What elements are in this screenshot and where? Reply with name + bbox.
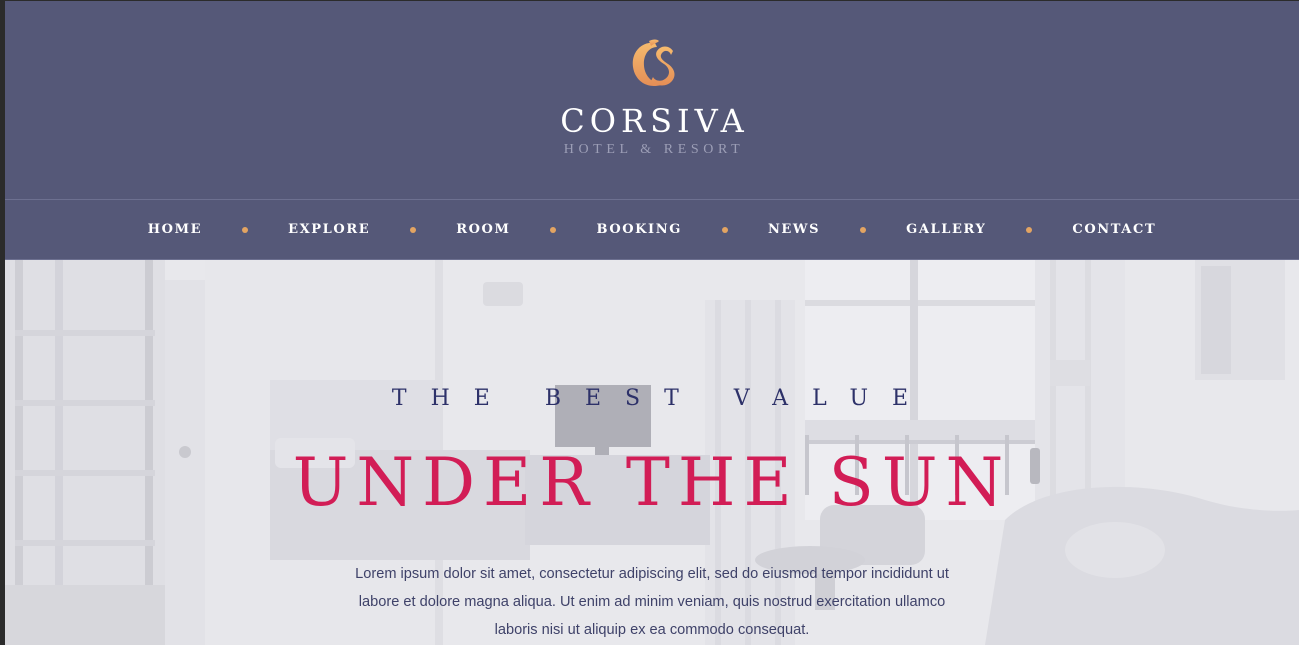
- nav-list: HOME EXPLORE ROOM BOOKING NEWS GALLERY C…: [5, 200, 1299, 259]
- nav-item-news[interactable]: NEWS: [768, 222, 820, 237]
- nav-separator-dot: [1026, 226, 1033, 233]
- brand-subtitle: HOTEL & RESORT: [563, 142, 745, 157]
- hero-headline: UNDER THE SUN: [292, 444, 1012, 521]
- nav-separator-dot: [242, 226, 249, 233]
- nav-separator-dot: [860, 226, 867, 233]
- nav-separator-dot: [721, 226, 728, 233]
- nav-item-gallery[interactable]: GALLERY: [906, 222, 986, 237]
- hero-section: THE BEST VALUE UNDER THE SUN Lorem ipsum…: [5, 260, 1299, 645]
- nav-item-booking[interactable]: BOOKING: [596, 222, 681, 237]
- hero-content: THE BEST VALUE UNDER THE SUN Lorem ipsum…: [5, 260, 1299, 645]
- nav-item-explore[interactable]: EXPLORE: [288, 222, 370, 237]
- site-logo[interactable]: CORSIVA HOTEL & RESORT: [5, 37, 1299, 158]
- nav-item-contact[interactable]: CONTACT: [1072, 222, 1156, 237]
- hero-lead-text: Lorem ipsum dolor sit amet, consectetur …: [355, 566, 949, 638]
- nav-item-home[interactable]: HOME: [148, 222, 202, 237]
- nav-item-room[interactable]: ROOM: [456, 222, 510, 237]
- main-nav: HOME EXPLORE ROOM BOOKING NEWS GALLERY C…: [5, 199, 1299, 260]
- site-header: CORSIVA HOTEL & RESORT: [5, 1, 1299, 200]
- cs-monogram-icon: [632, 39, 675, 87]
- nav-separator-dot: [550, 226, 557, 233]
- brand-name: CORSIVA: [560, 102, 749, 140]
- page-frame: CORSIVA HOTEL & RESORT HOME EXPLORE ROOM…: [5, 1, 1299, 645]
- hero-kicker: THE BEST VALUE: [391, 386, 933, 411]
- nav-separator-dot: [410, 226, 417, 233]
